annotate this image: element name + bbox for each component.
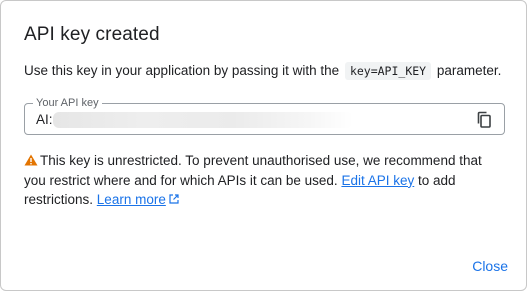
api-key-field-label: Your API key	[33, 96, 102, 110]
api-key-field[interactable]: Your API key AI:	[24, 96, 505, 135]
api-key-created-dialog: API key created Use this key in your app…	[0, 0, 527, 291]
api-key-redacted-value	[53, 112, 353, 128]
warning-icon	[24, 152, 38, 166]
warning-text: This key is unrestricted. To prevent una…	[24, 153, 482, 188]
dialog-description: Use this key in your application by pass…	[24, 61, 501, 81]
key-param-code: key=API_KEY	[344, 62, 432, 80]
unrestricted-warning: This key is unrestricted. To prevent una…	[24, 151, 504, 210]
description-text-after: parameter.	[436, 63, 502, 78]
description-text-before: Use this key in your application by pass…	[24, 63, 340, 78]
learn-more-label: Learn more	[96, 192, 166, 207]
copy-icon[interactable]	[476, 111, 492, 129]
close-button[interactable]: Close	[472, 258, 508, 274]
api-key-value[interactable]: AI:	[36, 112, 53, 128]
learn-more-link[interactable]: Learn more	[97, 192, 166, 207]
dialog-title: API key created	[24, 24, 160, 45]
edit-api-key-link[interactable]: Edit API key	[341, 173, 414, 188]
external-link-icon[interactable]	[169, 190, 179, 204]
